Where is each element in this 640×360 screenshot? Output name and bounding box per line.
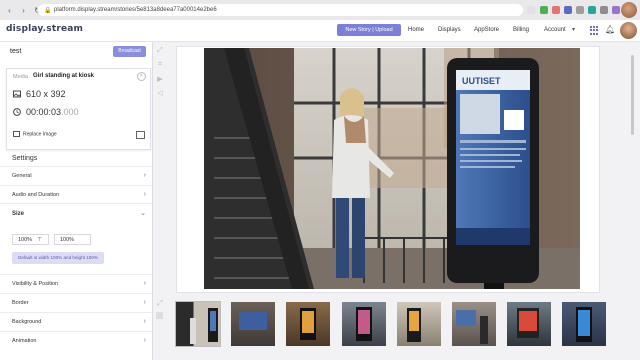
svg-text:UUTISET: UUTISET	[462, 76, 501, 86]
logo[interactable]: display.stream	[6, 24, 83, 34]
thumbnail[interactable]	[286, 302, 330, 346]
bell-icon[interactable]: 🔔︎	[605, 25, 615, 34]
browser-toolbar: ‹ › ↻ 🔒 platform.display.stream/stories/…	[0, 0, 640, 21]
story-editor-panel: test Broadcast Media Girl standing at ki…	[0, 42, 153, 360]
settings-row-border[interactable]: Border ›	[0, 293, 152, 313]
media-label: Media	[13, 74, 28, 80]
nav-billing[interactable]: Billing	[513, 27, 529, 33]
duration-ms: .000	[61, 107, 79, 117]
kiosk-photo: UUTISET	[204, 48, 580, 289]
settings-size-section: Size ⌄ 100% ⊤ 100% Default is width 100%…	[0, 203, 152, 278]
thumbnail[interactable]	[342, 302, 386, 346]
default-size-button[interactable]: Default is width 100% and height 100%	[12, 252, 104, 264]
nav-account[interactable]: Account	[544, 27, 566, 33]
duration-row: 00:00:03.000	[13, 107, 79, 117]
chevron-right-icon: ›	[143, 191, 146, 198]
extension-icon[interactable]	[588, 6, 596, 14]
thumbnail[interactable]	[231, 302, 275, 346]
user-avatar[interactable]	[620, 22, 637, 39]
width-input[interactable]: 100% ⊤	[12, 234, 49, 245]
nav-home[interactable]: Home	[408, 27, 424, 33]
media-name: Girl standing at kiosk	[33, 73, 95, 79]
settings-row-label: Visibility & Position	[12, 281, 59, 287]
media-dimensions: 610 x 392	[26, 89, 66, 99]
url-text: platform.display.stream/stories/5e813a8d…	[54, 7, 217, 13]
chevron-right-icon: ›	[143, 337, 146, 344]
image-icon	[13, 90, 21, 98]
extension-icon[interactable]	[564, 6, 572, 14]
thumbnail[interactable]	[397, 302, 441, 346]
forward-icon[interactable]: ›	[19, 6, 28, 15]
settings-row-animation[interactable]: Animation ›	[0, 331, 152, 351]
dimensions-row: 610 x 392	[13, 89, 66, 99]
replace-image-button[interactable]: Replace Image	[13, 131, 57, 137]
settings-row-background[interactable]: Background ›	[0, 312, 152, 332]
settings-row-label: Animation	[12, 338, 37, 344]
address-bar[interactable]: 🔒 platform.display.stream/stories/5e813a…	[38, 4, 523, 16]
settings-row-audio-duration[interactable]: Audio and Duration ›	[0, 185, 152, 205]
size-label[interactable]: Size	[12, 211, 24, 217]
replace-icon	[13, 131, 20, 137]
chevron-right-icon: ›	[143, 172, 146, 179]
extension-icon[interactable]	[600, 6, 608, 14]
thumbnail[interactable]	[507, 302, 551, 346]
width-value: 100%	[18, 237, 33, 243]
extension-icon[interactable]	[612, 6, 620, 14]
new-story-button[interactable]: New Story | Upload	[337, 24, 401, 36]
back-icon[interactable]: ‹	[5, 6, 14, 15]
settings-row-label: Background	[12, 319, 42, 325]
extension-icon[interactable]	[540, 6, 548, 14]
scrollbar[interactable]	[631, 55, 634, 135]
settings-row-label: Audio and Duration	[12, 192, 60, 198]
nav-appstore[interactable]: AppStore	[474, 27, 499, 33]
crop-icon[interactable]: ⌗	[156, 61, 164, 69]
settings-row-label: Border	[12, 300, 29, 306]
settings-title: Settings	[12, 155, 38, 162]
chevron-right-icon: ›	[143, 318, 146, 325]
story-title[interactable]: test	[10, 48, 21, 55]
thumbnail[interactable]	[175, 301, 221, 347]
expand-icon[interactable]: ⤢	[156, 300, 164, 308]
chevron-right-icon: ›	[143, 299, 146, 306]
settings-row-label: General	[12, 173, 32, 179]
image-icon[interactable]	[156, 312, 163, 319]
nav-displays[interactable]: Displays	[438, 27, 461, 33]
preview-image[interactable]: UUTISET	[204, 48, 580, 289]
apps-grid-icon[interactable]	[590, 26, 599, 35]
extension-icon[interactable]	[576, 6, 584, 14]
star-icon[interactable]	[527, 6, 535, 14]
chevron-down-icon[interactable]: ⌄	[140, 209, 146, 217]
broadcast-button[interactable]: Broadcast	[113, 46, 146, 57]
screen-icon[interactable]	[136, 131, 145, 139]
chevron-right-icon: ›	[143, 280, 146, 287]
duration-main: 00:00:03	[26, 107, 62, 117]
profile-avatar[interactable]	[621, 2, 637, 18]
settings-row-general[interactable]: General ›	[0, 166, 152, 186]
lock-icon: 🔒	[44, 7, 52, 14]
thumbnail[interactable]	[452, 302, 496, 346]
media-card: Media Girl standing at kiosk × 610 x 392…	[6, 68, 151, 150]
thumbnail[interactable]	[562, 302, 606, 346]
extension-icon[interactable]	[552, 6, 560, 14]
clock-icon	[13, 108, 21, 116]
expand-icon[interactable]: ⤢	[156, 47, 164, 55]
play-icon[interactable]: ▶	[156, 76, 164, 84]
close-icon[interactable]: ×	[137, 72, 146, 81]
height-input[interactable]: 100%	[54, 234, 91, 245]
height-value: 100%	[60, 237, 75, 243]
settings-row-visibility[interactable]: Visibility & Position ›	[0, 274, 152, 294]
account-chevron-icon[interactable]: ▾	[572, 26, 575, 33]
app-header: display.stream New Story | Upload Home D…	[0, 20, 640, 42]
replace-label: Replace Image	[23, 131, 57, 138]
link-icon[interactable]: ⊤	[37, 235, 42, 246]
mute-icon[interactable]: ◁	[156, 90, 164, 98]
